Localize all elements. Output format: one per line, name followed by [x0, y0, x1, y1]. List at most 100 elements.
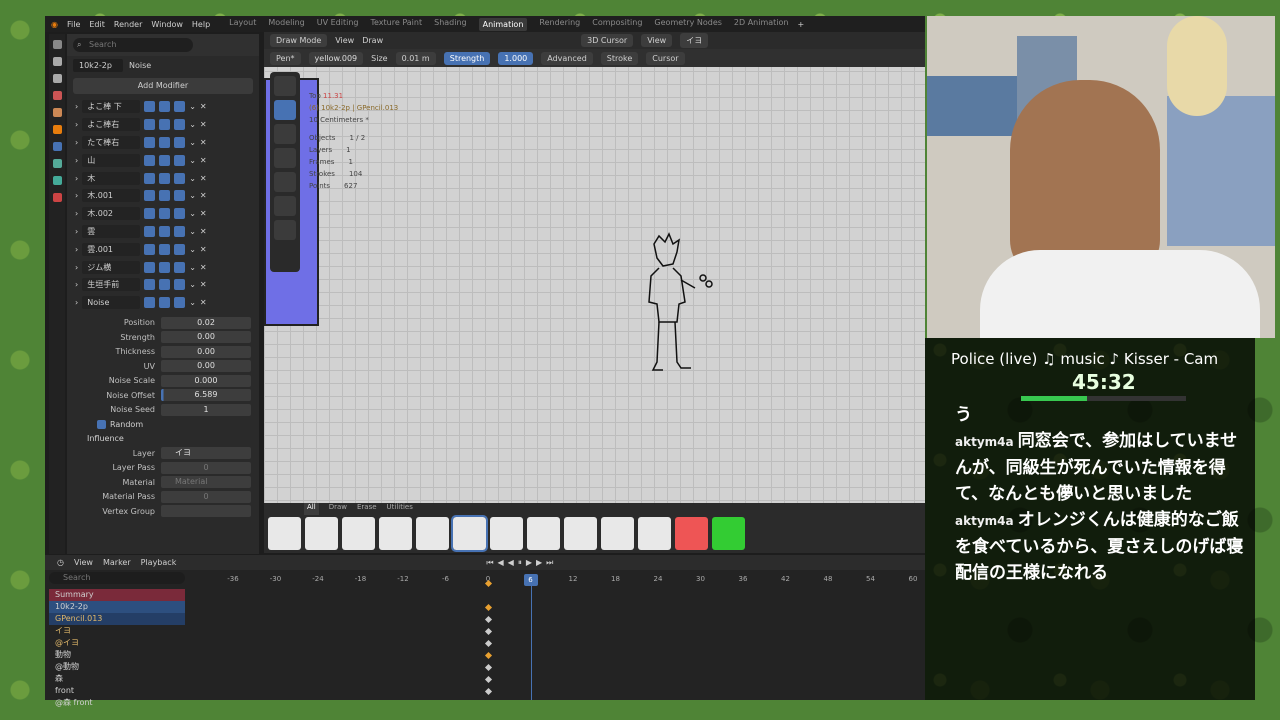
workspace-tab[interactable]: Geometry Nodes	[654, 18, 721, 31]
render-toggle-icon[interactable]	[159, 119, 171, 131]
render-toggle-icon[interactable]	[159, 261, 171, 273]
workspace-tab[interactable]: Shading	[434, 18, 467, 31]
modifier-name[interactable]: 木	[82, 171, 141, 185]
workspace-tab[interactable]: Animation	[478, 17, 528, 31]
view-menu[interactable]: View	[335, 36, 354, 45]
menu-edit[interactable]: Edit	[89, 20, 105, 29]
remove-modifier-icon[interactable]: ✕	[200, 191, 207, 200]
field-value[interactable]: 1	[161, 403, 251, 416]
remove-modifier-icon[interactable]: ✕	[200, 102, 207, 111]
keyframe-marker[interactable]	[484, 627, 493, 636]
display-toggle-icon[interactable]	[144, 243, 156, 255]
display-toggle-icon[interactable]	[144, 119, 156, 131]
channel-row[interactable]: @森 front	[49, 697, 185, 709]
strength-label[interactable]: Strength	[443, 51, 491, 65]
eyedropper-tool-icon[interactable]	[274, 196, 296, 216]
stroke-dropdown[interactable]: Stroke	[600, 51, 639, 65]
expand-chevron-icon[interactable]: ›	[75, 102, 78, 111]
keyframe-marker[interactable]	[484, 651, 493, 660]
timeline-view-menu[interactable]: View	[74, 558, 93, 567]
camera-toggle-icon[interactable]	[174, 225, 186, 237]
material-tab-icon[interactable]	[52, 193, 62, 202]
constraint-tab-icon[interactable]	[52, 176, 62, 185]
dropdown-chevron-icon[interactable]: ⌄	[189, 174, 196, 183]
brush-thumbnail[interactable]	[379, 517, 412, 550]
object-tab-icon[interactable]	[52, 125, 62, 134]
workspace-tab[interactable]: Rendering	[539, 18, 580, 31]
remove-modifier-icon[interactable]: ✕	[200, 263, 207, 272]
brush-thumbnail[interactable]	[416, 517, 449, 550]
dropdown-chevron-icon[interactable]: ⌄	[189, 263, 196, 272]
remove-modifier-icon[interactable]: ✕	[200, 280, 207, 289]
brush-thumbnail[interactable]	[675, 517, 708, 550]
modifier-name[interactable]: 雲	[82, 224, 141, 238]
expand-chevron-icon[interactable]: ›	[75, 263, 78, 272]
display-toggle-icon[interactable]	[144, 279, 156, 291]
workspace-tab[interactable]: Layout	[229, 18, 256, 31]
field-value[interactable]: 0.00	[161, 345, 251, 358]
dropdown-chevron-icon[interactable]: ⌄	[189, 120, 196, 129]
remove-modifier-icon[interactable]: ✕	[200, 120, 207, 129]
cursor-settings-dropdown[interactable]: Cursor	[646, 51, 685, 65]
keyframe-marker[interactable]	[484, 675, 493, 684]
keyframe-marker[interactable]	[484, 603, 493, 612]
camera-toggle-icon[interactable]	[174, 261, 186, 273]
workspace-tab[interactable]: Compositing	[592, 18, 642, 31]
brush-thumbnail[interactable]	[451, 515, 488, 552]
cursor-dropdown[interactable]: 3D Cursor	[581, 34, 634, 47]
dropdown-chevron-icon[interactable]: ⌄	[189, 102, 196, 111]
properties-search-input[interactable]: Search	[73, 38, 193, 52]
keyframe-marker[interactable]	[484, 687, 493, 696]
modifier-name[interactable]: よこ棒 下	[82, 100, 141, 114]
material-field[interactable]: Material	[161, 476, 251, 489]
timeline-marker-menu[interactable]: Marker	[103, 558, 131, 567]
current-frame-indicator[interactable]: 6	[523, 574, 538, 586]
camera-toggle-icon[interactable]	[174, 243, 186, 255]
modifier-name[interactable]: 山	[82, 153, 141, 167]
workspace-tab[interactable]: Texture Paint	[370, 18, 422, 31]
layer-dropdown[interactable]: イヨ	[680, 33, 709, 48]
camera-toggle-icon[interactable]	[174, 154, 186, 166]
blender-logo-icon[interactable]: ◉	[51, 20, 58, 29]
brush-thumbnail[interactable]	[564, 517, 597, 550]
channel-row[interactable]: @動物	[49, 661, 185, 673]
3d-viewport[interactable]: Draw Mode View Draw 3D Cursor View イヨ Pe…	[264, 32, 925, 503]
view-layer-tab-icon[interactable]	[52, 91, 62, 100]
scene-tab-icon[interactable]	[52, 108, 62, 117]
display-toggle-icon[interactable]	[144, 172, 156, 184]
expand-chevron-icon[interactable]: ›	[75, 156, 78, 165]
workspace-tab[interactable]: UV Editing	[317, 18, 359, 31]
remove-modifier-icon[interactable]: ✕	[200, 209, 207, 218]
modifier-row[interactable]: › よこ棒 下 ⌄ ✕	[67, 98, 259, 116]
channel-row[interactable]: front	[49, 685, 185, 697]
strength-field[interactable]: 1.000	[498, 51, 534, 65]
keyframe-marker[interactable]	[484, 663, 493, 672]
line-tool-icon[interactable]	[274, 172, 296, 192]
display-toggle-icon[interactable]	[144, 208, 156, 220]
menu-file[interactable]: File	[67, 20, 80, 29]
modifier-row[interactable]: › 雲 ⌄ ✕	[67, 223, 259, 241]
add-workspace-icon[interactable]: +	[797, 20, 804, 29]
draw-tool-icon[interactable]	[274, 100, 296, 120]
brush-thumbnail[interactable]	[490, 517, 523, 550]
modifier-name[interactable]: 雲.001	[82, 242, 141, 256]
modifier-name[interactable]: たて棒右	[82, 135, 141, 149]
modifier-name[interactable]: よこ棒右	[82, 118, 141, 132]
view-dropdown[interactable]: View	[641, 34, 673, 47]
expand-chevron-icon[interactable]: ›	[75, 138, 78, 147]
modifier-row[interactable]: › 木.001 ⌄ ✕	[67, 187, 259, 205]
dropdown-chevron-icon[interactable]: ⌄	[189, 156, 196, 165]
vertex-group-field[interactable]	[161, 505, 251, 518]
advanced-dropdown[interactable]: Advanced	[541, 51, 593, 65]
brush-tab[interactable]: Utilities	[387, 503, 413, 515]
dropdown-chevron-icon[interactable]: ⌄	[189, 227, 196, 236]
render-toggle-icon[interactable]	[159, 190, 171, 202]
remove-modifier-icon[interactable]: ✕	[200, 174, 207, 183]
camera-toggle-icon[interactable]	[174, 172, 186, 184]
erase-tool-icon[interactable]	[274, 124, 296, 144]
channel-row[interactable]: 森	[49, 673, 185, 685]
modifier-row[interactable]: › 木.002 ⌄ ✕	[67, 205, 259, 223]
camera-toggle-icon[interactable]	[174, 190, 186, 202]
draw-menu[interactable]: Draw	[362, 36, 383, 45]
modifier-row[interactable]: › Noise ⌄ ✕	[67, 294, 259, 312]
